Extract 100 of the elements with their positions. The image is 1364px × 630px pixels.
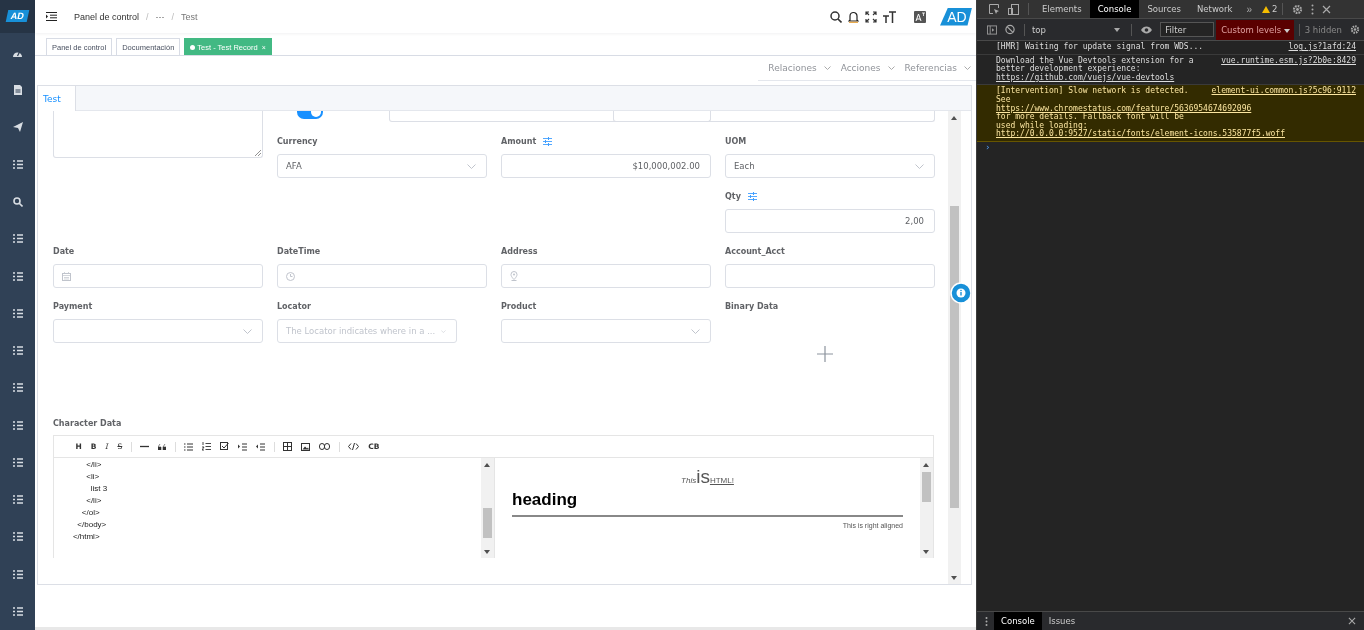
close-icon[interactable] bbox=[1322, 4, 1332, 14]
eye-icon[interactable] bbox=[1141, 25, 1153, 34]
list-icon[interactable] bbox=[12, 606, 23, 616]
search-icon[interactable] bbox=[12, 196, 23, 207]
settings-icon[interactable] bbox=[1349, 24, 1360, 35]
link[interactable]: http://0.0.0.0:9527/static/fonts/element-icons.535877f5.woff bbox=[996, 129, 1285, 139]
info-icon[interactable] bbox=[950, 282, 971, 304]
more-options-icon[interactable] bbox=[1311, 3, 1315, 15]
levels-dropdown[interactable]: Custom levels bbox=[1216, 19, 1294, 40]
outdent-icon[interactable] bbox=[256, 442, 266, 451]
address-field[interactable] bbox=[501, 264, 711, 288]
link[interactable]: https://www.chromestatus.com/feature/5636954674692096 bbox=[996, 103, 1252, 113]
bullet-list-icon[interactable] bbox=[184, 442, 194, 451]
more-options-icon[interactable] bbox=[985, 616, 988, 626]
devtools-tab[interactable]: Console bbox=[1089, 0, 1140, 18]
list-icon[interactable] bbox=[12, 346, 23, 356]
list-icon[interactable] bbox=[12, 532, 23, 542]
scrollbar[interactable] bbox=[920, 458, 933, 558]
text-size-icon[interactable] bbox=[883, 10, 896, 23]
devtools-tab[interactable]: Network bbox=[1189, 0, 1241, 18]
select-field[interactable]: Each bbox=[725, 154, 935, 178]
list-icon[interactable] bbox=[12, 495, 23, 505]
document-icon[interactable] bbox=[12, 84, 23, 95]
select-field[interactable] bbox=[53, 319, 263, 343]
translate-icon[interactable] bbox=[914, 10, 926, 23]
list-icon[interactable] bbox=[12, 457, 23, 467]
dropdown-arrow-icon bbox=[1283, 28, 1290, 33]
sliders-icon[interactable] bbox=[747, 191, 757, 201]
clock-icon bbox=[286, 271, 295, 281]
code-line: <li> bbox=[85, 472, 101, 483]
field-label: Locator bbox=[277, 301, 311, 311]
scrollbar[interactable] bbox=[481, 458, 494, 558]
link[interactable]: HTML! bbox=[709, 476, 734, 485]
date-field[interactable] bbox=[53, 264, 263, 288]
input-field[interactable] bbox=[613, 111, 935, 122]
field-label: UOM bbox=[725, 136, 747, 146]
console-message: [HMR] Waiting for update signal from WDS... bbox=[996, 43, 1205, 52]
breadcrumb-separator: / bbox=[171, 11, 175, 22]
scrollbar[interactable] bbox=[948, 111, 961, 584]
number-field[interactable]: $10,000,002.00 bbox=[501, 154, 711, 178]
code-line: </li> bbox=[85, 460, 103, 471]
quote-icon[interactable] bbox=[158, 443, 167, 450]
source-link[interactable]: log.js?1afd:24 bbox=[1288, 43, 1356, 52]
list-icon[interactable] bbox=[12, 159, 23, 169]
drawer-tab[interactable]: Issues bbox=[1041, 612, 1083, 630]
context-select[interactable]: top bbox=[1029, 24, 1127, 35]
search-icon[interactable] bbox=[830, 10, 842, 23]
more-tabs-button[interactable]: » bbox=[1240, 3, 1259, 15]
bell-icon[interactable] bbox=[848, 10, 859, 23]
field-label: DateTime bbox=[277, 246, 321, 256]
list-icon[interactable] bbox=[12, 234, 23, 244]
field-label: Address bbox=[501, 246, 538, 256]
code-line: </li> bbox=[85, 496, 103, 507]
send-icon[interactable] bbox=[12, 122, 23, 133]
menu-icon[interactable] bbox=[46, 12, 57, 21]
checkbox-icon[interactable] bbox=[220, 442, 230, 451]
source-link[interactable]: element-ui.common.js?5c96:9112 bbox=[1211, 87, 1356, 96]
input-field[interactable] bbox=[389, 111, 711, 122]
indent-icon[interactable] bbox=[238, 442, 248, 451]
clear-icon[interactable] bbox=[1005, 24, 1016, 35]
list-icon[interactable] bbox=[12, 271, 23, 281]
console-prompt[interactable]: › bbox=[985, 141, 991, 152]
device-icon[interactable] bbox=[1008, 3, 1019, 15]
select-field[interactable] bbox=[501, 319, 711, 343]
number-field[interactable]: 2,00 bbox=[725, 209, 935, 233]
link[interactable]: https://github.com/vuejs/vue-devtools bbox=[996, 72, 1175, 82]
select-field[interactable]: AFA bbox=[277, 154, 487, 178]
list-icon[interactable] bbox=[12, 420, 23, 430]
image-icon[interactable] bbox=[301, 442, 311, 451]
list-icon[interactable] bbox=[12, 569, 23, 579]
settings-icon[interactable] bbox=[1292, 3, 1304, 15]
input-field[interactable] bbox=[725, 264, 935, 288]
devtools-tab[interactable]: Sources bbox=[1139, 0, 1189, 18]
source-link[interactable]: vue.runtime.esm.js?2b0e:8429 bbox=[1221, 56, 1356, 66]
table-icon[interactable] bbox=[283, 442, 293, 451]
close-icon[interactable] bbox=[1348, 617, 1356, 625]
fullscreen-icon[interactable] bbox=[865, 10, 877, 23]
link-icon[interactable] bbox=[319, 443, 331, 450]
drawer-tab[interactable]: Console bbox=[994, 612, 1042, 630]
warning-count[interactable]: 2 bbox=[1262, 4, 1278, 14]
numbered-list-icon[interactable] bbox=[202, 442, 212, 451]
sliders-icon[interactable] bbox=[543, 136, 553, 146]
resize-handle-icon[interactable] bbox=[254, 149, 261, 156]
code-icon[interactable] bbox=[348, 443, 360, 450]
breadcrumb-separator: / bbox=[146, 11, 149, 22]
field-label: Currency bbox=[277, 136, 318, 146]
list-icon[interactable] bbox=[12, 308, 23, 318]
code-pane[interactable]: </li> <li> list 3 </li> </ol> </body> </html> bbox=[54, 458, 495, 558]
list-icon[interactable] bbox=[12, 383, 23, 393]
sidebar-toggle-icon[interactable] bbox=[987, 24, 997, 35]
field-label: Account_Acct bbox=[725, 246, 785, 256]
breadcrumb-item[interactable]: ··· bbox=[155, 11, 165, 22]
datetime-field[interactable] bbox=[277, 264, 487, 288]
filter-field[interactable]: Filter bbox=[1160, 22, 1215, 37]
inspect-icon[interactable] bbox=[989, 3, 1000, 15]
breadcrumb-item[interactable]: Panel de control bbox=[74, 11, 140, 22]
field-label: Binary Data bbox=[725, 301, 779, 311]
devtools-tab[interactable]: Elements bbox=[1034, 0, 1090, 18]
field-label: Character Data bbox=[53, 419, 123, 428]
field-label: Product bbox=[501, 301, 537, 311]
